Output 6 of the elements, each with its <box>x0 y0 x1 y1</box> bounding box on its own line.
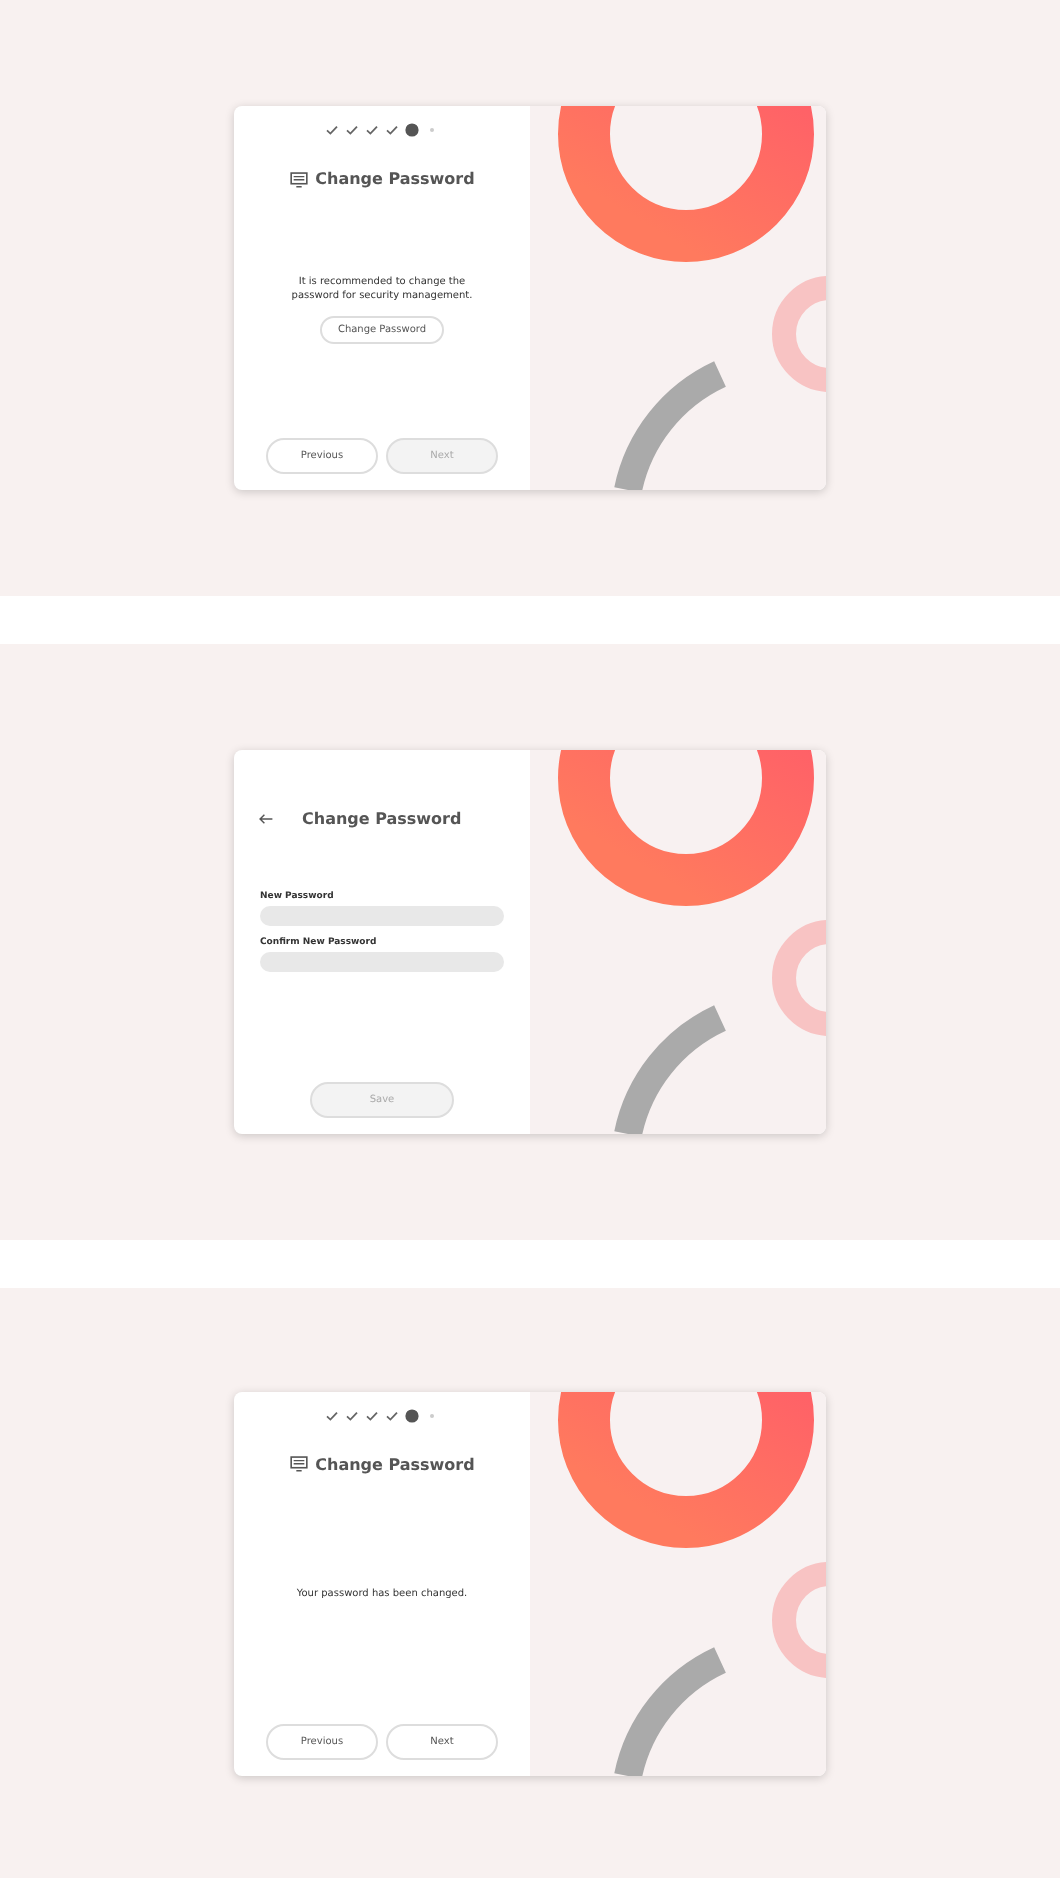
monitor-icon <box>289 171 308 187</box>
dialog-title: Change Password <box>315 170 475 188</box>
monitor-icon <box>289 1456 308 1472</box>
back-arrow-icon[interactable] <box>258 812 274 826</box>
dialog-title: Change Password <box>302 810 462 828</box>
dialog-title: Change Password <box>315 1455 475 1473</box>
